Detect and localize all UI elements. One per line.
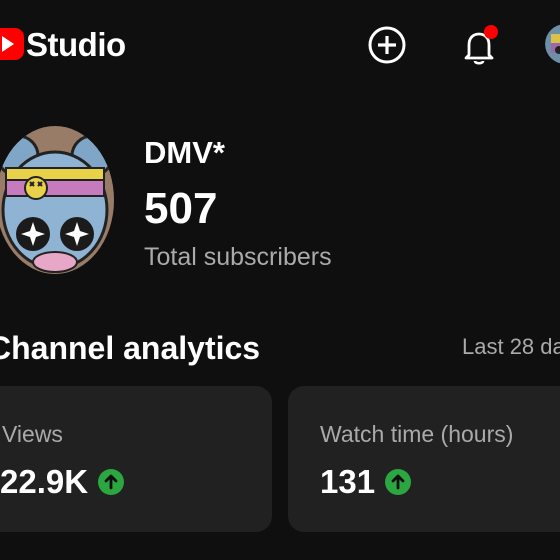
notification-dot [484, 25, 498, 39]
watch-time-value: 131 [320, 463, 376, 500]
channel-avatar[interactable] [0, 126, 114, 274]
subscriber-count: 507 [144, 184, 218, 233]
subscriber-label: Total subscribers [144, 243, 332, 271]
bell-icon [464, 25, 498, 65]
app-title: Studio [26, 26, 126, 63]
watch-time-label: Watch time (hours) [320, 421, 514, 447]
add-circle-icon [368, 26, 406, 64]
create-button[interactable] [364, 22, 410, 68]
channel-name: DMV* [144, 135, 225, 170]
analytics-title: Channel analytics [0, 330, 261, 366]
watch-time-card[interactable]: Watch time (hours) 131 [288, 386, 560, 532]
trend-up-icon [385, 469, 412, 495]
notifications-button[interactable] [454, 20, 504, 70]
views-card[interactable]: Views 22.9K [0, 386, 272, 532]
account-avatar[interactable] [545, 24, 560, 64]
analytics-period[interactable]: Last 28 days [462, 333, 560, 361]
youtube-logo-icon [0, 26, 24, 62]
views-label: Views [2, 421, 63, 447]
views-value: 22.9K [0, 463, 89, 500]
trend-up-icon [98, 469, 125, 495]
